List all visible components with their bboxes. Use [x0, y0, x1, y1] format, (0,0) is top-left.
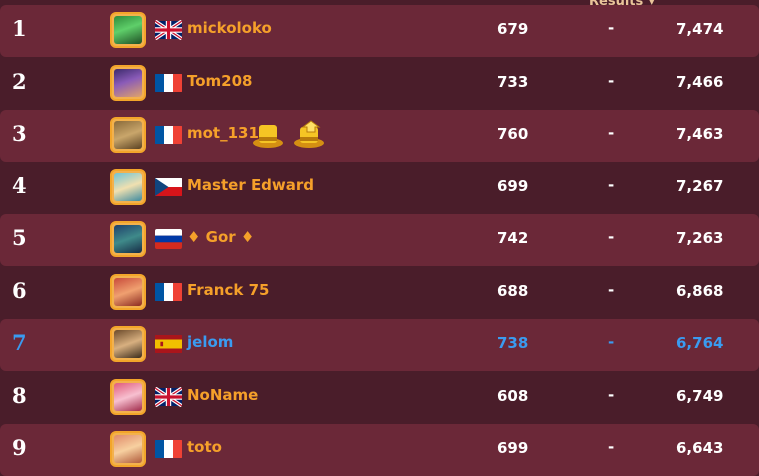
placeholder-dash: - — [608, 438, 615, 456]
placeholder-dash: - — [608, 281, 615, 299]
rank-number: 3 — [12, 121, 27, 146]
player-name[interactable]: toto — [187, 438, 222, 456]
placeholder-dash: - — [608, 176, 615, 194]
round-score: 733 — [497, 73, 529, 91]
rank-number: 7 — [12, 330, 27, 355]
player-avatar[interactable] — [110, 65, 146, 101]
total-score: 6,643 — [676, 439, 724, 457]
france-flag-icon — [155, 125, 182, 145]
france-flag-icon — [155, 282, 182, 302]
rank-number: 5 — [12, 225, 27, 250]
total-score: 7,466 — [676, 73, 724, 91]
placeholder-dash: - — [608, 124, 615, 142]
player-name[interactable]: mot_131 — [187, 124, 259, 142]
total-score: 7,474 — [676, 20, 724, 38]
total-score: 7,267 — [676, 177, 724, 195]
leaderboard-row[interactable]: 5 ♦ Gor ♦ 742 - 7,263 — [0, 214, 759, 266]
placeholder-dash: - — [608, 386, 615, 404]
rank-number: 6 — [12, 278, 27, 303]
leaderboard-row[interactable]: 1 mickoloko 679 - 7,474 — [0, 5, 759, 57]
player-avatar[interactable] — [110, 431, 146, 467]
player-name[interactable]: Master Edward — [187, 176, 314, 194]
player-avatar[interactable] — [110, 379, 146, 415]
leaderboard-row-current-user[interactable]: 7 jelom 738 - 6,764 — [0, 319, 759, 371]
total-score: 6,749 — [676, 387, 724, 405]
uk-flag-icon — [155, 20, 182, 40]
player-avatar[interactable] — [110, 326, 146, 362]
leaderboard-row[interactable]: 9 toto 699 - 6,643 — [0, 424, 759, 476]
leaderboard-row[interactable]: 4 Master Edward 699 - 7,267 — [0, 162, 759, 214]
leaderboard-row[interactable]: 6 Franck 75 688 - 6,868 — [0, 267, 759, 319]
round-score: 742 — [497, 229, 529, 247]
player-name[interactable]: mickoloko — [187, 19, 272, 37]
total-score: 6,764 — [676, 334, 724, 352]
placeholder-dash: - — [608, 72, 615, 90]
rank-number: 1 — [12, 16, 27, 41]
round-score: 608 — [497, 387, 529, 405]
player-avatar[interactable] — [110, 221, 146, 257]
player-name[interactable]: jelom — [187, 333, 233, 351]
france-flag-icon — [155, 439, 182, 459]
rank-number: 9 — [12, 435, 27, 460]
leaderboard-row[interactable]: 8 NoName 608 - 6,749 — [0, 372, 759, 424]
round-score: 679 — [497, 20, 529, 38]
uk-flag-icon — [155, 387, 182, 407]
russia-flag-icon — [155, 229, 182, 249]
round-score: 699 — [497, 439, 529, 457]
gold-top-hat-icon — [252, 119, 284, 151]
player-avatar[interactable] — [110, 12, 146, 48]
player-name[interactable]: NoName — [187, 386, 258, 404]
round-score: 699 — [497, 177, 529, 195]
france-flag-icon — [155, 73, 182, 93]
round-score: 688 — [497, 282, 529, 300]
placeholder-dash: - — [608, 19, 615, 37]
player-avatar[interactable] — [110, 169, 146, 205]
leaderboard-row[interactable]: 2 Tom208 733 - 7,466 — [0, 58, 759, 110]
player-name[interactable]: Franck 75 — [187, 281, 269, 299]
round-score: 738 — [497, 334, 529, 352]
rank-number: 2 — [12, 69, 27, 94]
placeholder-dash: - — [608, 228, 615, 246]
gold-top-hat-upgrade-icon — [293, 119, 325, 151]
spain-flag-icon — [155, 334, 182, 354]
player-name[interactable]: Tom208 — [187, 72, 253, 90]
player-avatar[interactable] — [110, 274, 146, 310]
player-name[interactable]: ♦ Gor ♦ — [187, 228, 254, 246]
total-score: 7,463 — [676, 125, 724, 143]
placeholder-dash: - — [608, 333, 615, 351]
total-score: 7,263 — [676, 229, 724, 247]
rank-number: 4 — [12, 173, 27, 198]
total-score: 6,868 — [676, 282, 724, 300]
player-avatar[interactable] — [110, 117, 146, 153]
czech-flag-icon — [155, 177, 182, 197]
leaderboard-row[interactable]: 3 mot_131 760 - 7,463 — [0, 110, 759, 162]
round-score: 760 — [497, 125, 529, 143]
rank-number: 8 — [12, 383, 27, 408]
